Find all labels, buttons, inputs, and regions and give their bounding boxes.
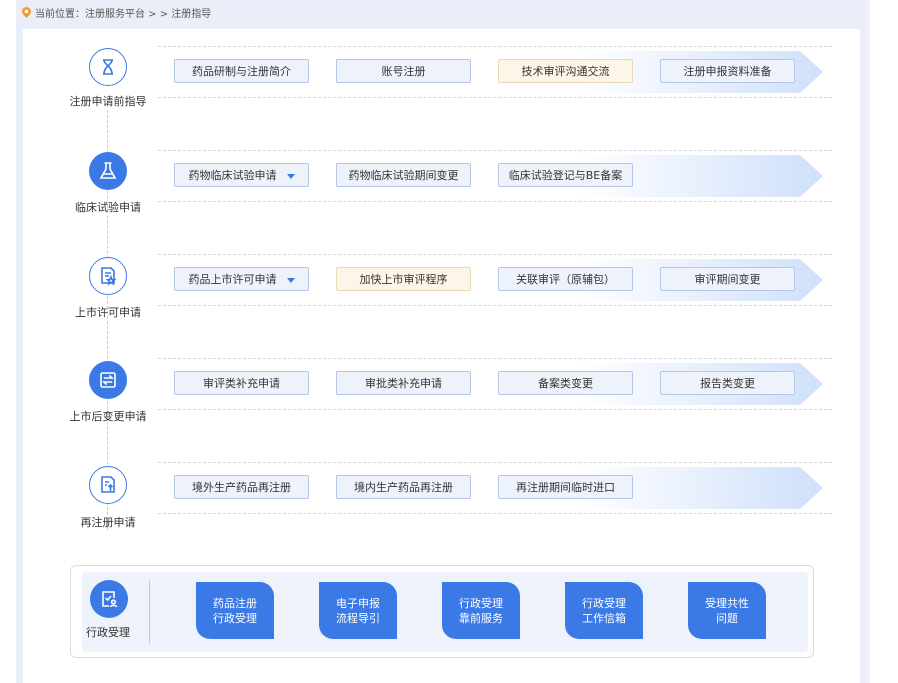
btn-expedited-review[interactable]: 加快上市审评程序 (336, 267, 471, 291)
flask-icon (89, 152, 127, 190)
scrollbar[interactable] (866, 0, 870, 683)
tile-line2: 靠前服务 (459, 611, 503, 625)
btn-foreign-re-register[interactable]: 境外生产药品再注册 (174, 475, 309, 499)
btn-domestic-re-register[interactable]: 境内生产药品再注册 (336, 475, 471, 499)
tile-proactive-service[interactable]: 行政受理 靠前服务 (442, 582, 520, 639)
breadcrumb-path[interactable]: 注册服务平台 > > 注册指导 (85, 5, 211, 20)
btn-marketing-auth-app[interactable]: 药品上市许可申请 (174, 267, 309, 291)
section-label-clinical: 临床试验申请 (75, 201, 141, 214)
admin-label: 行政受理 (86, 626, 130, 639)
checklist-user-icon (90, 580, 128, 618)
btn-approval-supplement[interactable]: 审批类补充申请 (336, 371, 471, 395)
btn-filing-change[interactable]: 备案类变更 (498, 371, 633, 395)
tile-line2: 行政受理 (213, 611, 257, 625)
btn-report-change[interactable]: 报告类变更 (660, 371, 795, 395)
btn-account-register[interactable]: 账号注册 (336, 59, 471, 83)
btn-associated-review[interactable]: 关联审评（原辅包） (498, 267, 633, 291)
section-label-pre-guidance: 注册申请前指导 (69, 95, 147, 108)
admin-divider (149, 580, 150, 644)
section-label-post-change: 上市后变更申请 (69, 410, 147, 423)
location-pin-icon (22, 6, 31, 18)
tile-work-mailbox[interactable]: 行政受理 工作信箱 (565, 582, 643, 639)
tile-common-questions[interactable]: 受理共性 问题 (688, 582, 766, 639)
tile-line2: 问题 (716, 611, 738, 625)
hourglass-icon (89, 48, 127, 86)
tile-line1: 行政受理 (582, 596, 626, 610)
caret-down-icon (286, 277, 295, 283)
tile-line1: 药品注册 (213, 596, 257, 610)
section-label-re-register: 再注册申请 (80, 516, 136, 529)
section-label-marketing: 上市许可申请 (75, 306, 141, 319)
tile-admin-acceptance[interactable]: 药品注册 行政受理 (196, 582, 274, 639)
btn-tech-review-comm[interactable]: 技术审评沟通交流 (498, 59, 633, 83)
btn-marketing-auth-app-label: 药品上市许可申请 (188, 273, 277, 286)
btn-review-period-change[interactable]: 审评期间变更 (660, 267, 795, 291)
tile-line1: 行政受理 (459, 596, 503, 610)
tile-line2: 工作信箱 (582, 611, 626, 625)
tile-line2: 流程导引 (336, 611, 380, 625)
document-upload-icon (89, 466, 127, 504)
btn-clinical-trial-app[interactable]: 药物临床试验申请 (174, 163, 309, 187)
btn-clinical-trial-change[interactable]: 药物临床试验期间变更 (336, 163, 471, 187)
tile-line1: 电子申报 (336, 596, 380, 610)
btn-review-supplement[interactable]: 审评类补充申请 (174, 371, 309, 395)
tile-line1: 受理共性 (705, 596, 749, 610)
btn-materials-prep[interactable]: 注册申报资料准备 (660, 59, 795, 83)
btn-clinical-trial-app-label: 药物临床试验申请 (188, 169, 277, 182)
breadcrumb: 当前位置： 注册服务平台 > > 注册指导 (22, 5, 211, 20)
btn-clinical-be-filing[interactable]: 临床试验登记与BE备案 (498, 163, 633, 187)
btn-drug-dev-intro[interactable]: 药品研制与注册简介 (174, 59, 309, 83)
breadcrumb-prefix: 当前位置： (35, 8, 85, 20)
tile-e-submission-guide[interactable]: 电子申报 流程导引 (319, 582, 397, 639)
document-star-icon (89, 257, 127, 295)
btn-temp-import[interactable]: 再注册期间临时进口 (498, 475, 633, 499)
caret-down-icon (286, 173, 295, 179)
swap-icon (89, 361, 127, 399)
